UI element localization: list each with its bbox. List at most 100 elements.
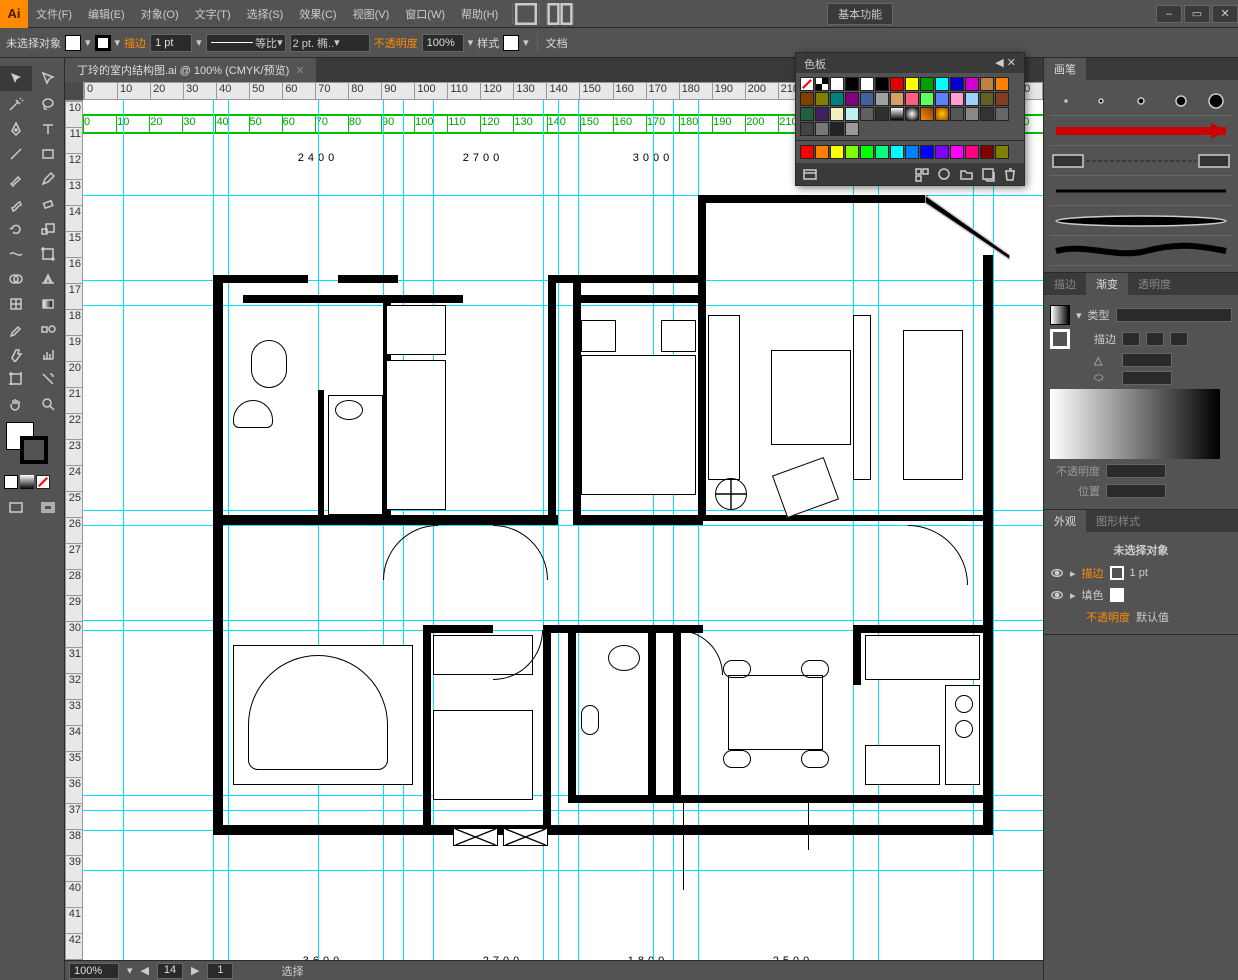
menu-item[interactable]: 视图(V) [345, 6, 398, 22]
swatch[interactable] [950, 145, 964, 159]
swatch[interactable] [830, 92, 844, 106]
pencil-tool[interactable] [32, 166, 64, 191]
ruler-vertical[interactable]: 1011121314151617181920212223242526272829… [65, 100, 83, 960]
swatch[interactable] [815, 107, 829, 121]
tab-appearance[interactable]: 外观 [1044, 510, 1086, 532]
swatch[interactable] [830, 122, 844, 136]
swatch[interactable] [860, 77, 874, 91]
mesh-tool[interactable] [0, 291, 32, 316]
swatch[interactable] [815, 77, 829, 91]
pen-tool[interactable] [0, 116, 32, 141]
appearance-stroke-row[interactable]: ▸描边 1 pt [1050, 562, 1232, 584]
swatch-group-icon[interactable] [958, 166, 974, 182]
new-swatch-icon[interactable] [980, 166, 996, 182]
swatch[interactable] [995, 145, 1009, 159]
stroke-gradient-swatch[interactable] [1050, 329, 1070, 349]
graph-tool[interactable] [32, 341, 64, 366]
close-button[interactable]: ✕ [1212, 5, 1238, 23]
brush-item[interactable] [1050, 206, 1232, 236]
nav-prev[interactable]: ◀ [141, 964, 149, 977]
brush-item[interactable] [1050, 176, 1232, 206]
fill-swatch[interactable] [65, 35, 81, 51]
swatch[interactable] [950, 77, 964, 91]
brush-item[interactable] [1050, 236, 1232, 266]
swatch[interactable] [845, 122, 859, 136]
tab-stroke[interactable]: 描边 [1044, 273, 1086, 295]
fill-stroke-indicator[interactable] [4, 422, 60, 467]
lasso-tool[interactable] [32, 91, 64, 116]
swatch[interactable] [905, 92, 919, 106]
gradient-preview[interactable] [1050, 389, 1220, 459]
hand-tool[interactable] [0, 391, 32, 416]
width-tool[interactable] [0, 241, 32, 266]
ap-fill-swatch[interactable] [1110, 588, 1124, 602]
brush-item[interactable] [1050, 86, 1232, 116]
type-tool[interactable] [32, 116, 64, 141]
swatch[interactable] [980, 77, 994, 91]
menu-item[interactable]: 文件(F) [28, 6, 80, 22]
paintbrush-tool[interactable] [0, 166, 32, 191]
align-2[interactable] [1146, 332, 1164, 346]
swatch[interactable] [965, 77, 979, 91]
swatch-options-icon[interactable] [914, 166, 930, 182]
swatch[interactable] [995, 77, 1009, 91]
swatch[interactable] [890, 107, 904, 121]
gradient-tool[interactable] [32, 291, 64, 316]
swatch[interactable] [830, 77, 844, 91]
menu-item[interactable]: 编辑(E) [80, 6, 133, 22]
align-3[interactable] [1170, 332, 1188, 346]
free-transform-tool[interactable] [32, 241, 64, 266]
eyedropper-tool[interactable] [0, 316, 32, 341]
swatch[interactable] [995, 92, 1009, 106]
zoom-tool[interactable] [32, 391, 64, 416]
menu-item[interactable]: 对象(O) [133, 6, 187, 22]
swatch[interactable] [965, 107, 979, 121]
swatch[interactable] [935, 77, 949, 91]
swatch-kind-icon[interactable] [936, 166, 952, 182]
g-opacity-input[interactable] [1106, 464, 1166, 478]
swatch[interactable] [875, 145, 889, 159]
stroke-profile[interactable]: 等比▾ [206, 34, 286, 52]
appearance-fill-row[interactable]: ▸填色 [1050, 584, 1232, 606]
perspective-grid-tool[interactable] [32, 266, 64, 291]
layout-icon[interactable] [512, 4, 540, 24]
tab-brushes[interactable]: 画笔 [1044, 58, 1086, 80]
swatch[interactable] [815, 92, 829, 106]
swatch[interactable] [800, 77, 814, 91]
shape-builder-tool[interactable] [0, 266, 32, 291]
swatch[interactable] [800, 122, 814, 136]
swatch[interactable] [890, 145, 904, 159]
swatch[interactable] [980, 145, 994, 159]
menu-item[interactable]: 窗口(W) [397, 6, 453, 22]
tab-gradient[interactable]: 渐变 [1086, 273, 1128, 295]
swatch[interactable] [950, 107, 964, 121]
rotate-tool[interactable] [0, 216, 32, 241]
none-mode-chip[interactable] [36, 475, 50, 489]
opacity-label[interactable]: 不透明度 [374, 35, 418, 51]
swatch[interactable] [845, 77, 859, 91]
stroke-label[interactable]: 描边 [124, 35, 146, 51]
menu-item[interactable]: 帮助(H) [453, 6, 506, 22]
direct-selection-tool[interactable] [32, 66, 64, 91]
visibility-icon[interactable] [1050, 566, 1064, 580]
line-tool[interactable] [0, 141, 32, 166]
delete-swatch-icon[interactable] [1002, 166, 1018, 182]
brush-item[interactable] [1050, 146, 1232, 176]
swatch[interactable] [920, 77, 934, 91]
style-swatch[interactable] [503, 35, 519, 51]
swatch[interactable] [830, 145, 844, 159]
swatch[interactable] [950, 92, 964, 106]
aspect-input[interactable] [1122, 371, 1172, 385]
menu-item[interactable]: 效果(C) [291, 6, 344, 22]
rectangle-tool[interactable] [32, 141, 64, 166]
swatch[interactable] [860, 145, 874, 159]
maximize-button[interactable]: ▭ [1184, 5, 1210, 23]
swatch[interactable] [830, 107, 844, 121]
swatch[interactable] [860, 107, 874, 121]
blend-tool[interactable] [32, 316, 64, 341]
nav-next[interactable]: ▶ [191, 964, 199, 977]
swatch[interactable] [905, 107, 919, 121]
panel-close-icon[interactable]: ◀ ✕ [995, 56, 1016, 70]
doc-setup-button[interactable]: 文档 [546, 35, 568, 51]
angle-input[interactable] [1122, 353, 1172, 367]
